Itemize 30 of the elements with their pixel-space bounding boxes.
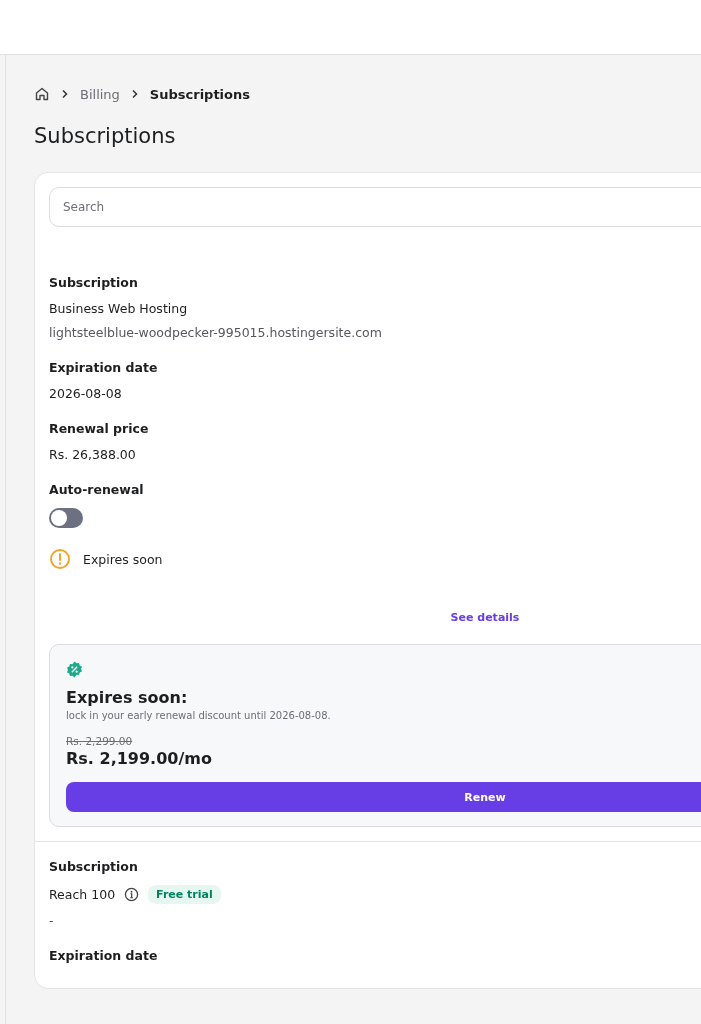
discount-badge-icon [66, 661, 83, 678]
field-label: Renewal price [49, 421, 150, 436]
subscription-name: Business Web Hosting [49, 301, 188, 316]
auto-renewal-toggle[interactable] [49, 508, 83, 528]
page-title: Subscriptions [34, 124, 177, 148]
search-field[interactable]: Search [49, 187, 701, 227]
renew-button[interactable]: Renew [66, 782, 701, 812]
see-details-link[interactable]: See details [450, 611, 520, 624]
breadcrumb-link[interactable]: Subscriptions [149, 86, 250, 102]
status-text: Expires soon [83, 551, 163, 567]
info-icon[interactable] [124, 887, 140, 902]
field-label: Subscription [49, 275, 139, 290]
field-label: Auto-renewal [49, 482, 145, 497]
domain-text: lightsteelblue-woodpecker-995015.hostingersite.com [49, 325, 383, 340]
chevron-right-icon [60, 89, 70, 99]
field-label: Expiration date [49, 948, 159, 963]
status-badge: Free trial [148, 885, 221, 904]
field-value: 2026-08-08 [49, 386, 123, 401]
offer-text: lock in your early renewal discount until 2026-08-08. [66, 710, 332, 721]
field-label: Subscription [49, 859, 139, 874]
field-value: Rs. 26,388.00 [49, 447, 137, 462]
warning-icon [49, 548, 71, 570]
domain-text: - [49, 913, 55, 928]
subscription-name: Reach 100 [49, 887, 116, 902]
breadcrumb-link[interactable]: Billing [80, 86, 120, 102]
offer-title: Expires soon: [66, 688, 189, 707]
old-price: Rs. 2,299.00 [66, 735, 134, 747]
home-icon[interactable] [34, 86, 50, 102]
offer-price: Rs. 2,199.00/mo [66, 749, 213, 768]
field-label: Expiration date [49, 360, 159, 375]
